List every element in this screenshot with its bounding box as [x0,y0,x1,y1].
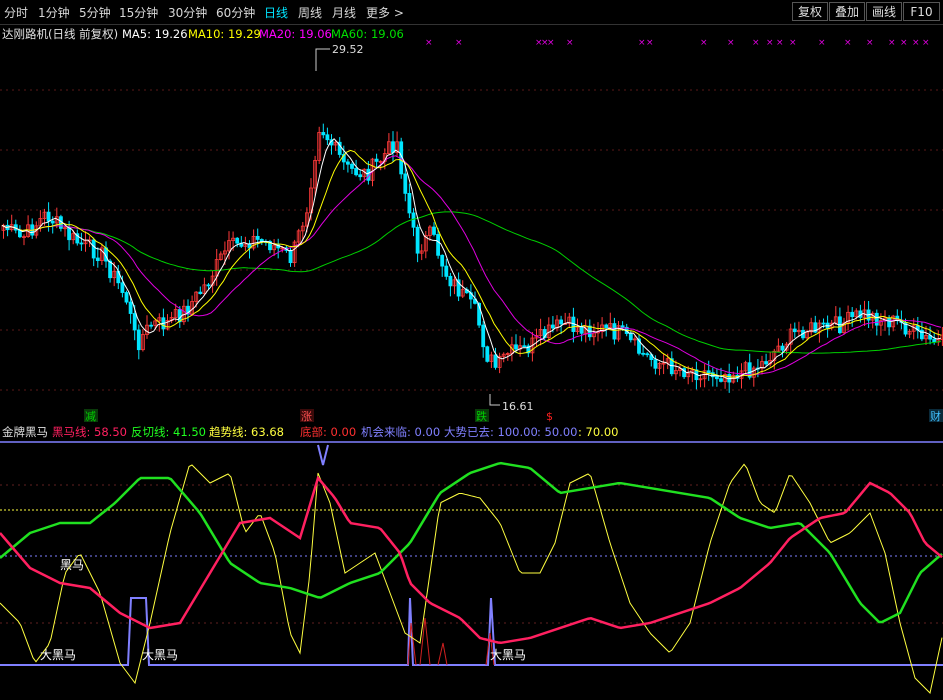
tab-15min[interactable]: 15分钟 [119,4,158,21]
main-legend: 达刚路机(日线 前复权) MA5: 19.26 MA10: 19.29 MA20… [2,27,404,41]
top-mark: × [900,38,908,48]
trend-gone-label: 大势已去: 100.00 [444,425,538,439]
signal-rise: 涨 [301,410,312,422]
bottom-line [407,617,495,666]
chevron-right-icon: > [393,6,404,20]
f10-button[interactable]: F10 [903,2,940,21]
top-mark: × [727,38,735,48]
low-price-label: 16.61 [502,400,534,413]
top-mark: × [888,38,896,48]
top-mark: × [700,38,708,48]
tab-more-label: 更多 [366,6,391,20]
top-mark: × [766,38,774,48]
indicator-chart[interactable]: 金牌黑马 黑马线: 58.50 反切线: 41.50 趋势线: 63.68 底部… [0,423,943,700]
signal-dollar: $ [546,410,553,422]
top-mark: × [646,38,654,48]
top-mark: × [789,38,797,48]
reversal-label: 反切线: 41.50 [131,425,206,439]
dark-horse-label: 黑马线: 58.50 [52,425,127,439]
annotation-big-dark-horse-2: 大黑马 [142,648,178,662]
tab-weekly[interactable]: 周线 [298,4,322,21]
top-mark: × [752,38,760,48]
tab-more[interactable]: 更多 > [366,4,404,21]
top-mark: × [776,38,784,48]
indicator-title: 金牌黑马 [2,425,48,439]
top-mark: × [818,38,826,48]
bottom-label: 底部: 0.00 [300,425,356,439]
top-mark: × [844,38,852,48]
annotation-big-dark-horse-1: 大黑马 [40,648,76,662]
level-70-label: : 70.00 [578,425,618,439]
indicator-annotations: 黑马 大黑马 大黑马 大黑马 [40,558,526,662]
trend-label: 趋势线: 63.68 [209,425,284,439]
dark-horse-line [0,475,943,645]
top-mark: × [866,38,874,48]
tab-5min[interactable]: 5分钟 [79,4,111,21]
indicator-legend: 金牌黑马 黑马线: 58.50 反切线: 41.50 趋势线: 63.68 底部… [2,425,618,439]
top-mark: × [922,38,930,48]
high-price-label: 29.52 [332,43,364,56]
ma60-label: MA60: 19.06 [331,27,404,41]
tab-30min[interactable]: 30分钟 [168,4,207,21]
draw-line-button[interactable]: 画线 [866,2,903,21]
period-toolbar: 分时 1分钟 5分钟 15分钟 30分钟 60分钟 日线 周线 月线 更多 > … [0,0,943,25]
high-marker: 29.52 [315,43,364,71]
annotation-dark-horse: 黑马 [60,558,84,572]
ma10-label: MA10: 19.29 [188,27,261,41]
tab-60min[interactable]: 60分钟 [216,4,255,21]
signal-wealth: 财 [930,409,941,422]
opportunity-label: 机会来临: 0.00 [361,425,440,439]
top-marks: × × ××× × × × × × × × × × × × × × × × × [425,38,930,48]
main-title: 达刚路机(日线 前复权) [2,27,118,41]
tab-monthly[interactable]: 月线 [332,4,356,21]
annotation-big-dark-horse-3: 大黑马 [490,648,526,662]
top-mark: × [638,38,646,48]
top-mark: × [425,38,433,48]
tab-1min[interactable]: 1分钟 [38,4,70,21]
signal-fall: 跌 [476,409,487,422]
ma5-label: MA5: 19.26 [122,27,188,41]
overlay-button[interactable]: 叠加 [829,2,866,21]
top-mark: × [547,38,555,48]
signal-reduce: 减 [85,410,96,422]
tab-daily[interactable]: 日线 [264,4,288,21]
low-marker: 16.61 [489,394,534,413]
top-mark: × [455,38,463,48]
kline-chart[interactable]: × × ××× × × × × × × × × × × × × × × × × 29.52 16.61 减 涨 跌 … [0,24,943,422]
ma20-label: MA20: 19.06 [259,27,332,41]
top-mark: × [912,38,920,48]
tab-timeshare[interactable]: 分时 [4,4,28,21]
level-50-label: : 50.00 [537,425,577,439]
adjust-button[interactable]: 复权 [792,2,829,21]
top-mark: × [566,38,574,48]
